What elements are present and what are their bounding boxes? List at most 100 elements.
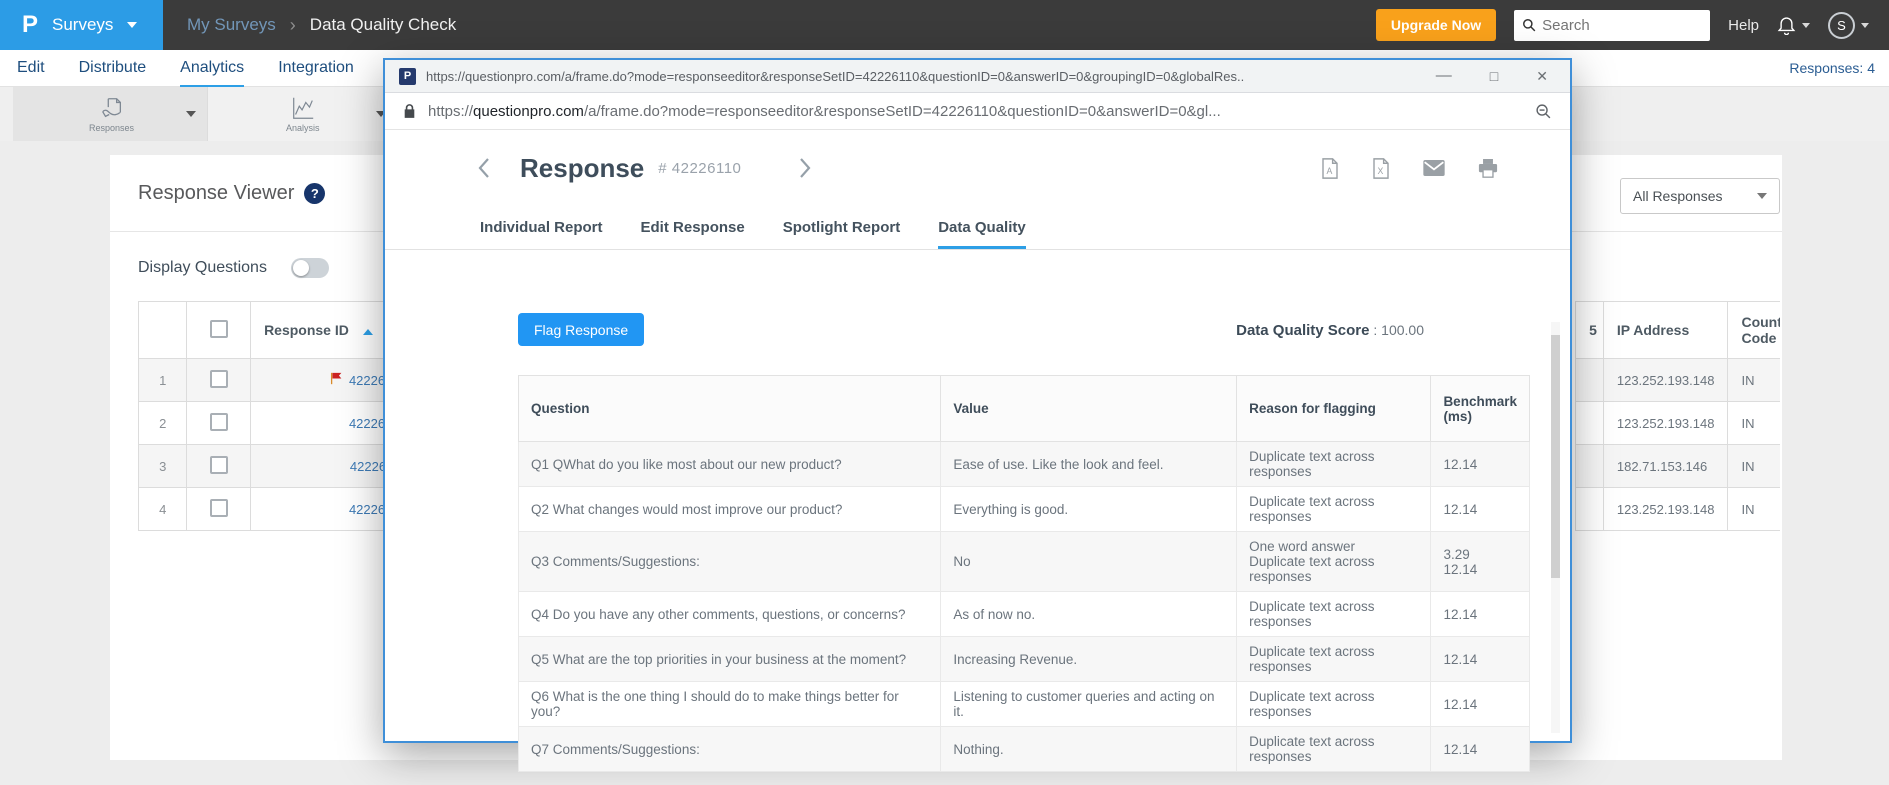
search-icon [1522, 18, 1536, 32]
nav-tab-edit[interactable]: Edit [17, 50, 45, 87]
row-checkbox[interactable] [210, 370, 228, 388]
display-questions-toggle[interactable] [291, 258, 329, 278]
help-link[interactable]: Help [1728, 17, 1759, 34]
nav-tab-analytics[interactable]: Analytics [180, 50, 244, 87]
dq-benchmark-cell: 12.14 [1431, 727, 1530, 772]
upgrade-now-button[interactable]: Upgrade Now [1376, 9, 1496, 41]
help-icon[interactable]: ? [304, 183, 325, 204]
breadcrumb-my-surveys[interactable]: My Surveys [187, 15, 276, 35]
address-domain: questionpro.com [473, 103, 584, 120]
topbar-right: Upgrade Now Help S [1376, 9, 1889, 41]
sort-asc-icon [363, 329, 373, 335]
country-code-cell: IN [1728, 359, 1780, 402]
data-quality-score: Data Quality Score : 100.00 [1236, 322, 1424, 339]
row-checkbox[interactable] [210, 499, 228, 517]
responses-table-header-row: 5 IP Address Country Code [1576, 302, 1781, 359]
nav-tab-distribute[interactable]: Distribute [79, 50, 147, 87]
response-row-right: 123.252.193.148IN [1576, 359, 1781, 402]
breadcrumb-current: Data Quality Check [310, 15, 456, 35]
search-input[interactable] [1542, 17, 1692, 34]
dq-question-cell: Q4 Do you have any other comments, quest… [519, 592, 941, 637]
product-switcher[interactable]: P Surveys [0, 0, 163, 50]
clipped-cell [1576, 445, 1604, 488]
dq-question-cell: Q7 Comments/Suggestions: [519, 727, 941, 772]
response-id-label: # 42226110 [658, 160, 741, 177]
analysis-tool-label: Analysis [286, 123, 320, 133]
clipped-cell [1576, 359, 1604, 402]
zoom-out-icon[interactable] [1535, 103, 1552, 120]
previous-response-chevron-left-icon[interactable] [478, 157, 490, 179]
country-code-cell: IN [1728, 488, 1780, 531]
dq-reason-cell: One word answer Duplicate text across re… [1237, 532, 1431, 592]
row-number: 2 [139, 402, 187, 445]
ip-address-header[interactable]: IP Address [1603, 302, 1728, 359]
svg-text:A: A [1327, 165, 1333, 175]
lock-icon [403, 103, 416, 119]
popup-address-bar[interactable]: https://questionpro.com/a/frame.do?mode=… [385, 93, 1570, 130]
minimize-icon[interactable]: — [1436, 68, 1452, 84]
dq-value-cell: Increasing Revenue. [941, 637, 1237, 682]
chevron-down-icon[interactable] [186, 111, 196, 117]
toolbar-group-responses[interactable]: Responses [13, 87, 207, 141]
dq-row: Q1 QWhat do you like most about our new … [519, 442, 1530, 487]
dq-value-cell: As of now no. [941, 592, 1237, 637]
dq-question-cell: Q1 QWhat do you like most about our new … [519, 442, 941, 487]
popup-scrollbar-track[interactable] [1551, 322, 1560, 733]
close-icon[interactable]: ✕ [1536, 69, 1548, 83]
select-all-checkbox[interactable] [210, 320, 228, 338]
dq-reason-cell: Duplicate text across responses [1237, 682, 1431, 727]
nav-tab-integration[interactable]: Integration [278, 50, 354, 87]
analysis-tool: Analysis [286, 95, 320, 133]
responses-count: Responses: 4 [1789, 60, 1889, 76]
breadcrumb: My Surveys › Data Quality Check [187, 15, 456, 36]
response-row-right: 123.252.193.148IN [1576, 488, 1781, 531]
account-menu[interactable]: S [1828, 12, 1869, 39]
dq-benchmark-cell: 12.14 [1431, 487, 1530, 532]
response-tabs: Individual Report Edit Response Spotligh… [385, 219, 1570, 250]
breadcrumb-separator: › [290, 15, 296, 36]
responses-tool: Responses [89, 95, 134, 133]
dq-benchmark-cell: 12.14 [1431, 442, 1530, 487]
chevron-down-icon [1757, 193, 1767, 199]
popup-title-url: https://questionpro.com/a/frame.do?mode=… [426, 69, 1406, 84]
data-quality-table: Question Value Reason for flagging Bench… [518, 375, 1530, 772]
clipped-cell [1576, 402, 1604, 445]
row-checkbox-cell [187, 402, 251, 445]
email-icon[interactable] [1423, 160, 1445, 176]
select-all-header [187, 302, 251, 359]
tab-individual-report[interactable]: Individual Report [480, 219, 603, 249]
avatar: S [1828, 12, 1855, 39]
dq-row: Q2 What changes would most improve our p… [519, 487, 1530, 532]
tab-data-quality[interactable]: Data Quality [938, 219, 1026, 249]
search-box[interactable] [1514, 10, 1710, 41]
responses-table-right: 5 IP Address Country Code 123.252.193.14… [1575, 301, 1780, 531]
responses-table-right-cols: 5 IP Address Country Code 123.252.193.14… [1575, 301, 1780, 531]
tab-spotlight-report[interactable]: Spotlight Report [783, 219, 900, 249]
maximize-icon[interactable]: □ [1490, 69, 1498, 83]
row-number: 3 [139, 445, 187, 488]
popup-title-bar[interactable]: P https://questionpro.com/a/frame.do?mod… [385, 60, 1570, 93]
popup-scrollbar-thumb[interactable] [1551, 335, 1560, 578]
tab-edit-response[interactable]: Edit Response [641, 219, 745, 249]
row-checkbox[interactable] [210, 413, 228, 431]
export-excel-icon[interactable]: X [1372, 158, 1390, 179]
all-responses-dropdown[interactable]: All Responses [1620, 178, 1780, 214]
export-pdf-icon[interactable]: A [1321, 158, 1339, 179]
next-response-chevron-right-icon[interactable] [799, 157, 811, 179]
display-questions-row: Display Questions [138, 258, 329, 278]
dq-value-cell: No [941, 532, 1237, 592]
product-label: Surveys [52, 15, 113, 35]
row-checkbox-cell [187, 445, 251, 488]
dq-row: Q6 What is the one thing I should do to … [519, 682, 1530, 727]
row-checkbox[interactable] [210, 456, 228, 474]
clipped-column-header: 5 [1576, 302, 1604, 359]
notifications-menu[interactable] [1777, 15, 1810, 35]
flag-response-button[interactable]: Flag Response [518, 313, 644, 346]
ip-address-cell: 123.252.193.148 [1603, 359, 1728, 402]
questionpro-favicon: P [399, 68, 416, 85]
print-icon[interactable] [1478, 159, 1498, 178]
ip-address-cell: 182.71.153.146 [1603, 445, 1728, 488]
responses-table-body-right: 123.252.193.148IN123.252.193.148IN182.71… [1576, 359, 1781, 531]
country-code-header[interactable]: Country Code [1728, 302, 1780, 359]
dq-benchmark-cell: 3.29 12.14 [1431, 532, 1530, 592]
